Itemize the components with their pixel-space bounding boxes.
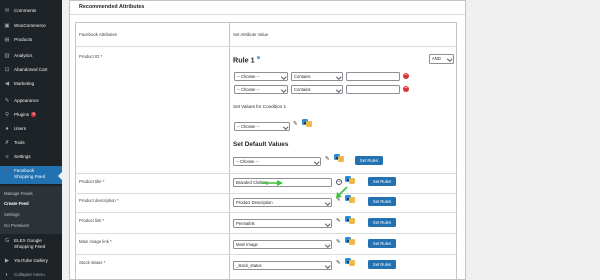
submenu-create-feed[interactable]: Create Feed <box>4 201 29 206</box>
annotation-arrow-icon <box>261 180 283 186</box>
rule-settings-icon[interactable]: ⚙ <box>257 55 261 60</box>
set-rules-button[interactable]: Set Rules <box>368 239 396 248</box>
column-header-facebook-attributes: Facebook Attributes <box>79 32 117 37</box>
stock-status-select[interactable]: _stock_status <box>233 261 332 270</box>
google-icon: G <box>4 238 10 244</box>
sidebar-item-users[interactable]: ● Users <box>0 123 62 134</box>
set-rules-button[interactable]: Set Rules <box>368 177 396 186</box>
condition-1-value-input[interactable] <box>346 72 400 81</box>
attribute-mapping-icon[interactable] <box>302 119 313 127</box>
attribute-main-image-link: Main image link * <box>79 239 112 244</box>
table-row-divider <box>75 233 457 234</box>
attribute-product-description: Product description * <box>79 198 119 203</box>
set-rules-button[interactable]: Set Rules <box>355 156 383 165</box>
bar-chart-icon: ▥ <box>4 52 10 59</box>
speech-bubble-icon: ✉ <box>4 7 10 14</box>
plug-icon: ⚲ <box>4 111 10 118</box>
sidebar-item-elex-google-shopping-feed[interactable]: G ELEX Google Shopping Feed <box>0 238 62 252</box>
product-link-select[interactable]: Permalink <box>233 219 332 228</box>
table-row-divider <box>75 193 457 194</box>
condition-1-field-select[interactable]: -- Choose -- <box>234 72 288 81</box>
attribute-mapping-icon[interactable] <box>345 237 356 245</box>
attribute-mapping-icon[interactable] <box>345 258 356 266</box>
wrench-icon: ✗ <box>4 139 10 146</box>
table-row-divider <box>75 46 457 47</box>
remove-condition-1-icon[interactable]: – <box>403 72 409 79</box>
plugins-update-badge: 9 <box>31 112 37 117</box>
condition-2-field-select[interactable]: -- Choose -- <box>234 85 288 94</box>
submenu-manage-feeds[interactable]: Manage Feeds <box>4 191 33 196</box>
edit-icon[interactable]: ✎ <box>336 260 342 266</box>
cart-icon: ⊡ <box>4 66 10 73</box>
sidebar-item-woocommerce[interactable]: ▣ WooCommerce <box>0 20 62 31</box>
attribute-product-id: Product ID * <box>79 54 103 59</box>
attribute-mapping-icon[interactable] <box>334 154 345 162</box>
edit-icon[interactable]: ✎ <box>325 156 331 162</box>
attribute-mapping-icon[interactable] <box>345 176 356 184</box>
submenu-go-premium[interactable]: Go Premium! <box>4 223 29 228</box>
user-icon: ● <box>5 125 9 132</box>
sidebar-item-analytics[interactable]: ▥ Analytics <box>0 50 62 61</box>
default-value-select[interactable]: -- Choose -- <box>233 157 321 166</box>
box-icon: ▤ <box>4 36 10 43</box>
sidebar-item-marketing[interactable]: ◀ Marketing <box>0 78 62 89</box>
sliders-icon: ≡ <box>5 153 9 160</box>
rule-title: Rule 1 ⚙ <box>233 55 261 65</box>
attribute-product-link: Product link * <box>79 218 105 223</box>
sidebar-item-facebook-shopping-feed[interactable]: f Facebook Shopping Feed <box>0 166 62 184</box>
set-rules-button[interactable]: Set Rules <box>368 218 396 227</box>
play-icon: ▶ <box>4 257 10 264</box>
panel-divider <box>70 14 465 15</box>
sidebar-item-tools[interactable]: ✗ Tools <box>0 137 62 148</box>
attribute-product-title: Product title * <box>79 179 105 184</box>
annotation-arrow-icon <box>336 186 348 198</box>
sidebar-item-abandoned-cart[interactable]: ⊡ Abandoned Cart <box>0 64 62 75</box>
panel-title: Recommended Attributes <box>79 4 145 10</box>
remove-condition-2-icon[interactable]: – <box>403 85 409 92</box>
edit-icon[interactable]: ✎ <box>336 218 342 224</box>
edit-icon[interactable]: ✎ <box>336 239 342 245</box>
megaphone-icon: ◀ <box>4 80 10 87</box>
submenu-settings[interactable]: Settings <box>4 212 20 217</box>
sidebar-item-appearance[interactable]: ✎ Appearance <box>0 95 62 106</box>
main-image-link-select[interactable]: Main Image <box>233 240 332 249</box>
condition-2-value-input[interactable] <box>346 85 400 94</box>
attribute-mapping-icon[interactable] <box>345 216 356 224</box>
table-row-divider <box>75 212 457 213</box>
sidebar-item-products[interactable]: ▤ Products <box>0 34 62 45</box>
facebook-icon: f <box>6 168 8 174</box>
sidebar-collapse-menu[interactable]: ◐ Collapse menu <box>0 269 62 280</box>
product-description-select[interactable]: Product Description <box>233 198 332 207</box>
sidebar-item-youtube-gallery[interactable]: ▶ YouTube Gallery <box>0 255 62 266</box>
condition-2-operator-select[interactable]: Contains <box>291 85 343 94</box>
sidebar-item-comments[interactable]: ✉ Comments <box>0 5 62 16</box>
woo-icon: ▣ <box>4 22 10 29</box>
set-values-heading: Set Values for Condition 1 <box>233 104 287 109</box>
set-rules-button[interactable]: Set Rules <box>368 260 396 269</box>
collapse-icon: ◐ <box>5 271 9 278</box>
condition-value-select[interactable]: -- Choose -- <box>234 122 290 131</box>
table-row-divider <box>75 173 457 174</box>
rule-logic-select[interactable]: AND <box>429 54 454 64</box>
condition-1-operator-select[interactable]: Contains <box>291 72 343 81</box>
page-scroll-area <box>588 0 600 280</box>
column-header-set-attribute-value: Set Attribute Value <box>233 32 269 37</box>
remove-value-icon[interactable]: – <box>336 179 342 185</box>
table-row-divider <box>75 254 457 255</box>
attribute-stock-status: Stock status * <box>79 260 106 265</box>
edit-icon[interactable]: ✎ <box>293 121 299 127</box>
brush-icon: ✎ <box>4 97 10 104</box>
sidebar-item-settings[interactable]: ≡ Settings <box>0 151 62 162</box>
set-rules-button[interactable]: Set Rules <box>368 197 396 206</box>
table-column-divider <box>229 22 230 280</box>
default-values-heading: Set Default Values <box>233 141 289 148</box>
sidebar-item-plugins[interactable]: ⚲ Plugins 9 <box>0 109 62 120</box>
